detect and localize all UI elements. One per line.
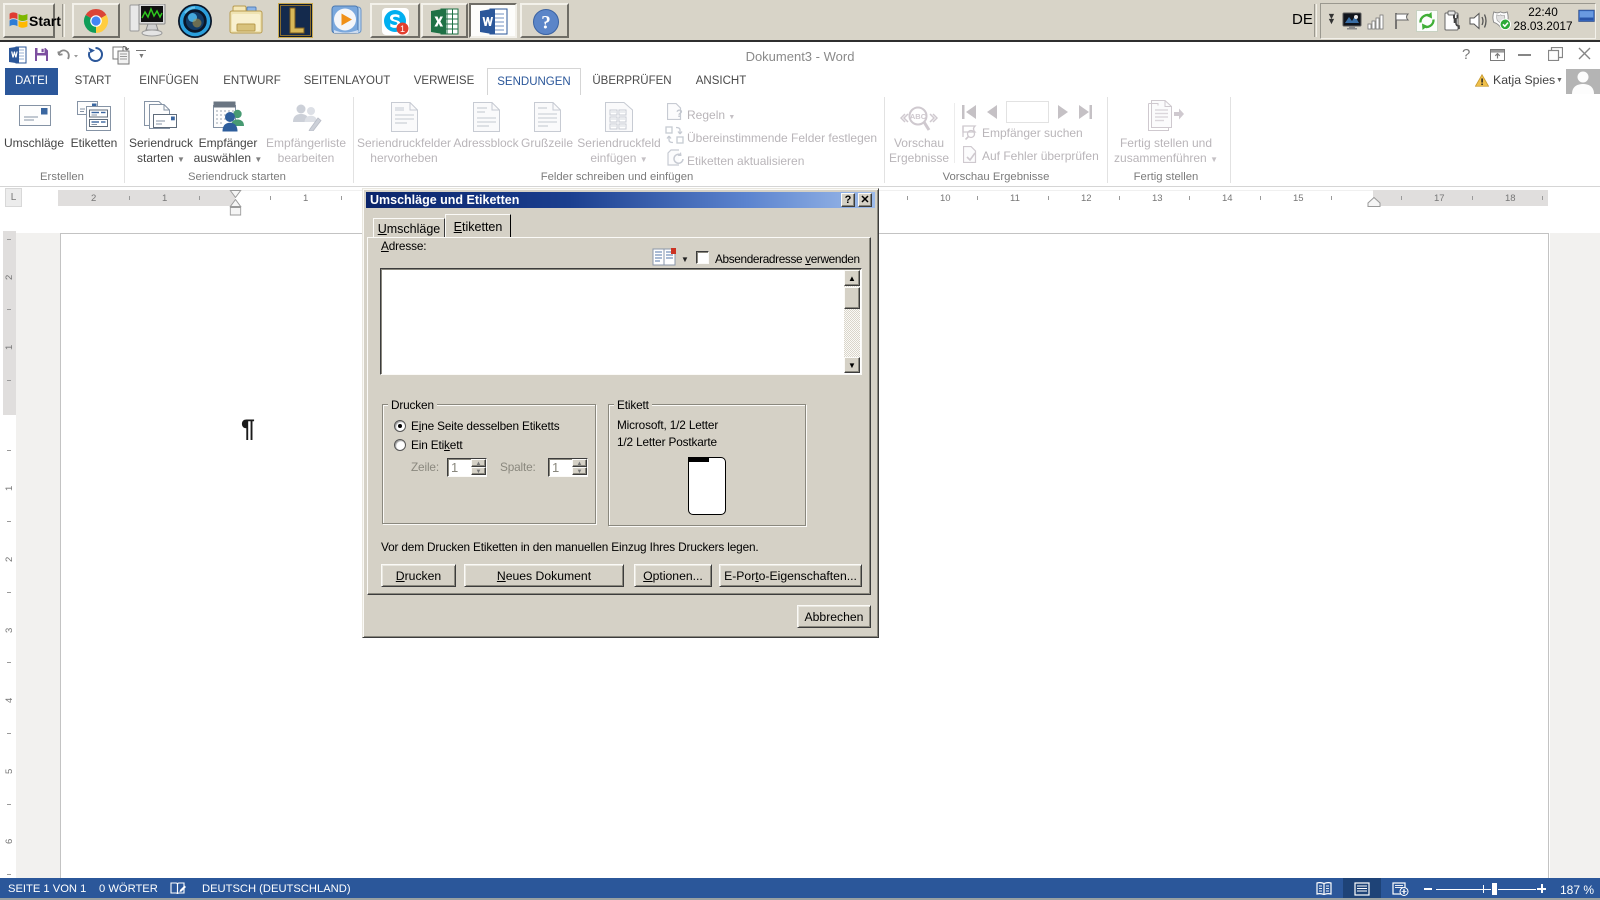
svg-text:ABC: ABC <box>910 112 927 121</box>
svg-text:1: 1 <box>400 24 405 34</box>
svg-text:?: ? <box>676 108 683 120</box>
svg-text:?: ? <box>541 13 551 34</box>
